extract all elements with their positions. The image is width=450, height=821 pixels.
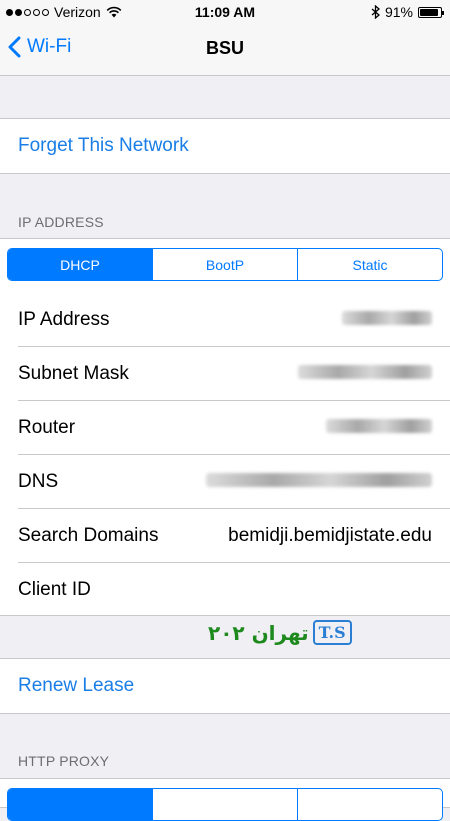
watermark-logo: تهران ۲۰۲ T.S <box>208 620 352 645</box>
proxy-segment-2[interactable] <box>153 789 298 820</box>
ip-address-header: IP ADDRESS <box>18 214 104 230</box>
segment-dhcp[interactable]: DHCP <box>8 249 153 280</box>
subnet-mask-row: Subnet Mask <box>0 347 450 401</box>
ip-address-label: IP Address <box>18 309 110 330</box>
subnet-mask-label: Subnet Mask <box>18 363 129 384</box>
status-bar: Verizon 11:09 AM 91% <box>0 0 450 24</box>
renew-lease-label: Renew Lease <box>18 675 135 696</box>
forget-network-group: Forget This Network <box>0 118 450 174</box>
forget-network-label: Forget This Network <box>18 135 189 156</box>
status-right: 91% <box>371 4 444 20</box>
client-id-label: Client ID <box>18 579 91 600</box>
watermark-brand-text: تهران ۲۰۲ <box>208 620 309 645</box>
search-domains-row[interactable]: Search Domains bemidji.bemidjistate.edu <box>0 509 450 563</box>
search-domains-label: Search Domains <box>18 525 159 546</box>
subnet-mask-value <box>298 363 432 385</box>
router-label: Router <box>18 417 76 438</box>
renew-lease-button[interactable]: Renew Lease <box>0 659 450 713</box>
navigation-bar: Wi-Fi BSU <box>0 24 450 76</box>
dns-label: DNS <box>18 471 59 492</box>
proxy-segment-1[interactable] <box>8 789 153 820</box>
http-proxy-segmented-control <box>7 788 443 821</box>
segment-static[interactable]: Static <box>298 249 442 280</box>
dns-row[interactable]: DNS <box>0 455 450 509</box>
dns-value <box>206 471 432 493</box>
renew-lease-group: Renew Lease <box>0 658 450 714</box>
page-title: BSU <box>205 38 244 58</box>
http-proxy-group <box>0 778 450 821</box>
battery-icon <box>418 6 444 18</box>
proxy-segment-3[interactable] <box>298 789 442 820</box>
ip-address-value <box>342 309 432 331</box>
client-id-row[interactable]: Client ID <box>0 563 450 617</box>
router-value <box>326 417 432 439</box>
ip-mode-segmented-control: DHCP BootP Static <box>7 248 443 281</box>
ip-address-row: IP Address <box>0 293 450 347</box>
battery-percent: 91% <box>384 4 413 20</box>
forget-network-button[interactable]: Forget This Network <box>0 119 450 173</box>
http-proxy-header: HTTP PROXY <box>18 753 110 769</box>
segment-bootp[interactable]: BootP <box>153 249 298 280</box>
router-row: Router <box>0 401 450 455</box>
ip-address-group: DHCP BootP Static IP Address Subnet Mask… <box>0 238 450 616</box>
search-domains-value: bemidji.bemidjistate.edu <box>228 525 432 546</box>
bluetooth-icon <box>371 5 380 19</box>
watermark-logo-box: T.S <box>312 620 352 645</box>
